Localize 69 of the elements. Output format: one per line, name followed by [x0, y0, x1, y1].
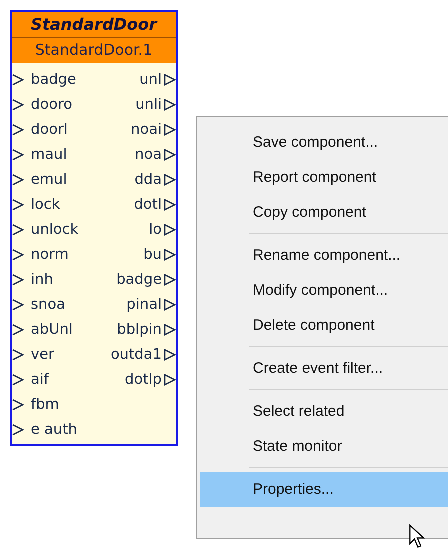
input-port-icon[interactable]	[12, 98, 24, 110]
input-port-label: norm	[31, 246, 69, 262]
input-port-icon[interactable]	[12, 374, 24, 386]
input-port-label: inh	[31, 272, 54, 288]
input-port-icon[interactable]	[12, 148, 24, 160]
component-instance-name: StandardDoor.1	[12, 38, 176, 63]
input-port-icon[interactable]	[12, 348, 24, 360]
output-port-icon[interactable]	[164, 298, 176, 310]
output-port-icon[interactable]	[164, 148, 176, 160]
output-port-label: dda	[134, 172, 162, 188]
input-port-icon[interactable]	[12, 224, 24, 236]
menu-item[interactable]: Modify component...	[200, 273, 448, 308]
output-port-icon[interactable]	[164, 224, 176, 236]
output-port-label: outda1	[110, 346, 162, 362]
input-port-label: ver	[31, 346, 54, 362]
output-port-label: dotlp	[125, 372, 162, 388]
output-port-label: badge	[116, 272, 162, 288]
output-port-label: noa	[135, 146, 162, 162]
menu-item[interactable]: Delete component	[200, 308, 448, 343]
input-port-label: abUnl	[31, 322, 73, 338]
output-port-label: lo	[149, 222, 162, 238]
output-port-label: bblpin	[117, 322, 162, 338]
output-port-icon[interactable]	[164, 374, 176, 386]
output-port-icon[interactable]	[164, 124, 176, 136]
component-type-title: StandardDoor	[12, 12, 176, 38]
output-port-icon[interactable]	[164, 98, 176, 110]
output-port-icon[interactable]	[164, 348, 176, 360]
component-block[interactable]: StandardDoor StandardDoor.1 badge unl dooro unli doorl noai maul noa emul dda lock dotl unlock lo norm bu inh badge snoa pinal abUnl bblpin ver outda1 aif dotlp fbm e auth	[10, 10, 178, 446]
output-port-icon[interactable]	[164, 248, 176, 260]
output-port-label: pinal	[126, 296, 162, 312]
input-port-label: lock	[31, 196, 60, 212]
input-port-label: e auth	[31, 422, 78, 438]
output-port-icon[interactable]	[164, 198, 176, 210]
menu-item[interactable]: State monitor	[200, 429, 448, 464]
input-port-icon[interactable]	[12, 124, 24, 136]
output-port-label: noai	[131, 122, 162, 138]
input-port-icon[interactable]	[12, 398, 24, 410]
input-port-label: badge	[31, 72, 76, 88]
input-port-label: doorl	[31, 122, 68, 138]
input-port-icon[interactable]	[12, 324, 24, 336]
menu-item[interactable]: Copy component	[200, 195, 448, 230]
menu-item[interactable]: Save component...	[200, 125, 448, 160]
input-port-icon[interactable]	[12, 248, 24, 260]
output-port-icon[interactable]	[164, 174, 176, 186]
output-port-label: unli	[136, 96, 162, 112]
input-port-icon[interactable]	[12, 74, 24, 86]
menu-item[interactable]: Select related	[200, 394, 448, 429]
input-port-icon[interactable]	[12, 174, 24, 186]
output-port-icon[interactable]	[164, 274, 176, 286]
input-port-label: unlock	[31, 222, 79, 238]
input-port-label: maul	[31, 146, 68, 162]
output-port-label: bu	[144, 246, 162, 262]
input-port-icon[interactable]	[12, 424, 24, 436]
input-port-label: snoa	[31, 296, 66, 312]
output-port-icon[interactable]	[164, 74, 176, 86]
output-port-label: unl	[140, 72, 162, 88]
menu-item[interactable]: Rename component...	[200, 238, 448, 273]
input-port-label: emul	[31, 172, 68, 188]
input-port-icon[interactable]	[12, 298, 24, 310]
input-port-label: fbm	[31, 396, 60, 412]
output-port-icon[interactable]	[164, 324, 176, 336]
input-port-label: dooro	[31, 96, 72, 112]
input-port-icon[interactable]	[12, 274, 24, 286]
output-port-label: dotl	[134, 196, 162, 212]
menu-item[interactable]: Report component	[200, 160, 448, 195]
menu-item[interactable]: Create event filter...	[200, 351, 448, 386]
input-port-icon[interactable]	[12, 198, 24, 210]
input-port-label: aif	[31, 372, 50, 388]
menu-item[interactable]: Properties...	[200, 472, 448, 507]
